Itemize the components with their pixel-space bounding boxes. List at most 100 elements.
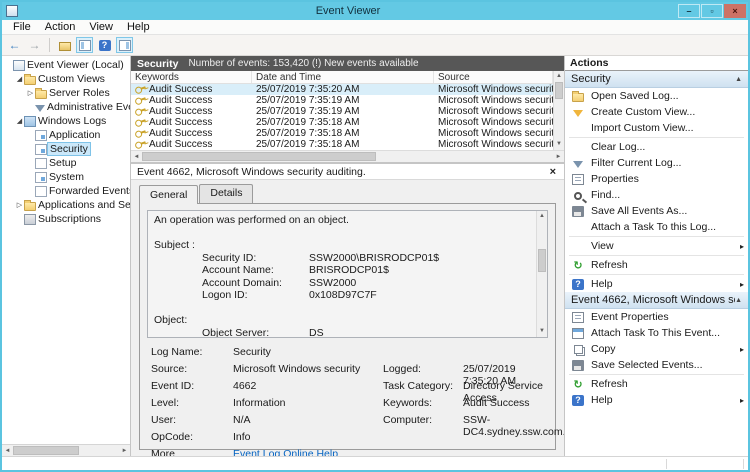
sidebar-item-forwarded-events[interactable]: Forwarded Events	[2, 184, 130, 198]
tree-item-label: Application	[47, 129, 102, 141]
menu-view[interactable]: View	[82, 21, 120, 33]
scroll-left-icon[interactable]: ◄	[131, 154, 142, 160]
sidebar-item-server-roles[interactable]: ▷Server Roles	[2, 86, 130, 100]
description-scrollbar[interactable]: ▲ ▼	[536, 211, 547, 337]
tree: Event Viewer (Local) ◢ Custom Views▷Server…	[2, 56, 130, 444]
sidebar-item-security[interactable]: Security	[2, 142, 130, 156]
action-refresh[interactable]: Refresh	[565, 376, 748, 392]
action-section-security-header[interactable]: Security▲	[565, 71, 748, 88]
menu-action[interactable]: Action	[38, 21, 83, 33]
action-label: Save All Events As...	[591, 205, 744, 217]
keywords-cell: Audit Success	[131, 106, 252, 117]
event-rows: Audit Success25/07/2019 7:35:20 AMMicros…	[131, 84, 553, 150]
action-save-selected-events[interactable]: Save Selected Events...	[565, 357, 748, 373]
log-header: Security Number of events: 153,420 (!) N…	[131, 56, 564, 71]
minimize-button[interactable]: –	[678, 4, 700, 18]
tree-horizontal-scrollbar[interactable]: ◄ ►	[2, 444, 130, 456]
back-icon[interactable]: ←	[6, 37, 23, 53]
action-event-properties[interactable]: Event Properties	[565, 309, 748, 325]
action-refresh[interactable]: Refresh	[565, 257, 748, 273]
action-pane-icon[interactable]	[116, 37, 133, 53]
action-filter-current-log[interactable]: Filter Current Log...	[565, 155, 748, 171]
column-header-source[interactable]: Source	[434, 71, 553, 83]
column-header-date-and-time[interactable]: Date and Time	[252, 71, 434, 83]
table-row[interactable]: Audit Success25/07/2019 7:35:18 AMMicros…	[131, 139, 553, 150]
sidebar-item-system[interactable]: System	[2, 170, 130, 184]
sidebar-item-applications-and-services-lo[interactable]: ▷Applications and Services Lo	[2, 198, 130, 212]
collapsed-expander-icon[interactable]: ▷	[15, 201, 24, 209]
description-text: Object:	[154, 314, 187, 327]
action-label: Clear Log...	[591, 141, 744, 153]
refresh-icon	[572, 260, 584, 271]
action-help[interactable]: Help ▸	[565, 392, 748, 408]
action-open-saved-log[interactable]: Open Saved Log...	[565, 88, 748, 104]
sidebar-item-windows-logs[interactable]: ◢Windows Logs	[2, 114, 130, 128]
maximize-button[interactable]: ▫	[701, 4, 723, 18]
action-create-custom-view[interactable]: Create Custom View...	[565, 104, 748, 120]
folder-icon	[24, 76, 36, 85]
sidebar-item-custom-views[interactable]: ◢ Custom Views	[2, 72, 130, 86]
action-properties[interactable]: Properties	[565, 171, 748, 187]
column-headers: KeywordsDate and TimeSource	[131, 71, 553, 84]
description-text: An operation was performed on an object.	[154, 214, 349, 227]
action-save-all-events-as[interactable]: Save All Events As...	[565, 203, 748, 219]
action-clear-log[interactable]: Clear Log...	[565, 139, 748, 155]
collapsed-expander-icon[interactable]: ▷	[26, 89, 35, 97]
table-row[interactable]: Audit Success25/07/2019 7:35:19 AMMicros…	[131, 95, 553, 106]
action-attach-task-to-this-event[interactable]: Attach Task To This Event...	[565, 325, 748, 341]
sidebar-item-setup[interactable]: Setup	[2, 156, 130, 170]
close-preview-icon[interactable]: ×	[548, 166, 558, 178]
expanded-expander-icon[interactable]: ◢	[15, 75, 24, 83]
scroll-down-icon[interactable]: ▼	[537, 326, 547, 337]
action-copy[interactable]: Copy▸	[565, 341, 748, 357]
tree-item-label: Forwarded Events	[47, 185, 130, 197]
log-plain-icon	[35, 158, 47, 169]
table-row[interactable]: Audit Success25/07/2019 7:35:18 AMMicros…	[131, 128, 553, 139]
table-row[interactable]: Audit Success25/07/2019 7:35:19 AMMicros…	[131, 106, 553, 117]
scroll-left-icon[interactable]: ◄	[2, 448, 13, 454]
scroll-right-icon[interactable]: ►	[553, 154, 564, 160]
action-find[interactable]: Find...	[565, 187, 748, 203]
action-attach-a-task-to-this-log[interactable]: Attach a Task To this Log...	[565, 219, 748, 235]
submenu-arrow-icon: ▸	[740, 396, 744, 405]
sidebar-item-event-viewer-local[interactable]: Event Viewer (Local)	[2, 58, 130, 72]
list-horizontal-scrollbar[interactable]: ◄ ►	[131, 150, 564, 162]
icon-slot	[571, 108, 585, 117]
description-line: Account Domain:SSW2000	[154, 277, 530, 290]
tab-general[interactable]: General	[139, 185, 198, 204]
action-label: Help	[591, 394, 734, 406]
sidebar-item-administrative-events[interactable]: Administrative Events	[2, 100, 130, 114]
scroll-up-icon[interactable]: ▲	[554, 71, 564, 82]
action-view[interactable]: View▸	[565, 238, 748, 254]
sidebar-item-subscriptions[interactable]: Subscriptions	[2, 212, 130, 226]
action-help[interactable]: Help▸	[565, 276, 748, 292]
action-section-title: Security	[571, 73, 735, 85]
help-icon[interactable]	[96, 37, 113, 53]
action-import-custom-view[interactable]: Import Custom View...	[565, 120, 748, 136]
console-tree-icon[interactable]	[76, 37, 93, 53]
collapse-section-icon[interactable]: ▲	[735, 76, 742, 83]
scroll-right-icon[interactable]: ►	[119, 448, 130, 454]
column-header-keywords[interactable]: Keywords	[131, 71, 252, 83]
scroll-up-icon[interactable]: ▲	[537, 211, 547, 222]
table-row[interactable]: Audit Success25/07/2019 7:35:20 AMMicros…	[131, 84, 553, 95]
action-section-event-header[interactable]: Event 4662, Microsoft Windows securi...▲	[565, 292, 748, 309]
tree-item-label: Custom Views	[36, 73, 107, 85]
collapse-section-icon[interactable]: ▲	[735, 297, 742, 304]
action-label: Help	[591, 278, 734, 290]
export-icon[interactable]	[56, 37, 73, 53]
tab-details[interactable]: Details	[199, 184, 253, 203]
expanded-expander-icon[interactable]: ◢	[15, 117, 24, 125]
table-row[interactable]: Audit Success25/07/2019 7:35:18 AMMicros…	[131, 117, 553, 128]
windows-logs-icon	[24, 116, 36, 127]
scroll-down-icon[interactable]: ▼	[554, 139, 564, 150]
menu-file[interactable]: File	[6, 21, 38, 33]
audit-success-key-icon	[134, 128, 147, 139]
sidebar-item-application[interactable]: Application	[2, 128, 130, 142]
action-label: Attach Task To This Event...	[591, 327, 744, 339]
list-vertical-scrollbar[interactable]: ▲ ▼	[553, 71, 564, 150]
close-button[interactable]: ×	[724, 4, 746, 18]
forward-icon[interactable]: →	[26, 37, 43, 53]
description-line: An operation was performed on an object.	[154, 214, 530, 227]
menu-help[interactable]: Help	[120, 21, 157, 33]
